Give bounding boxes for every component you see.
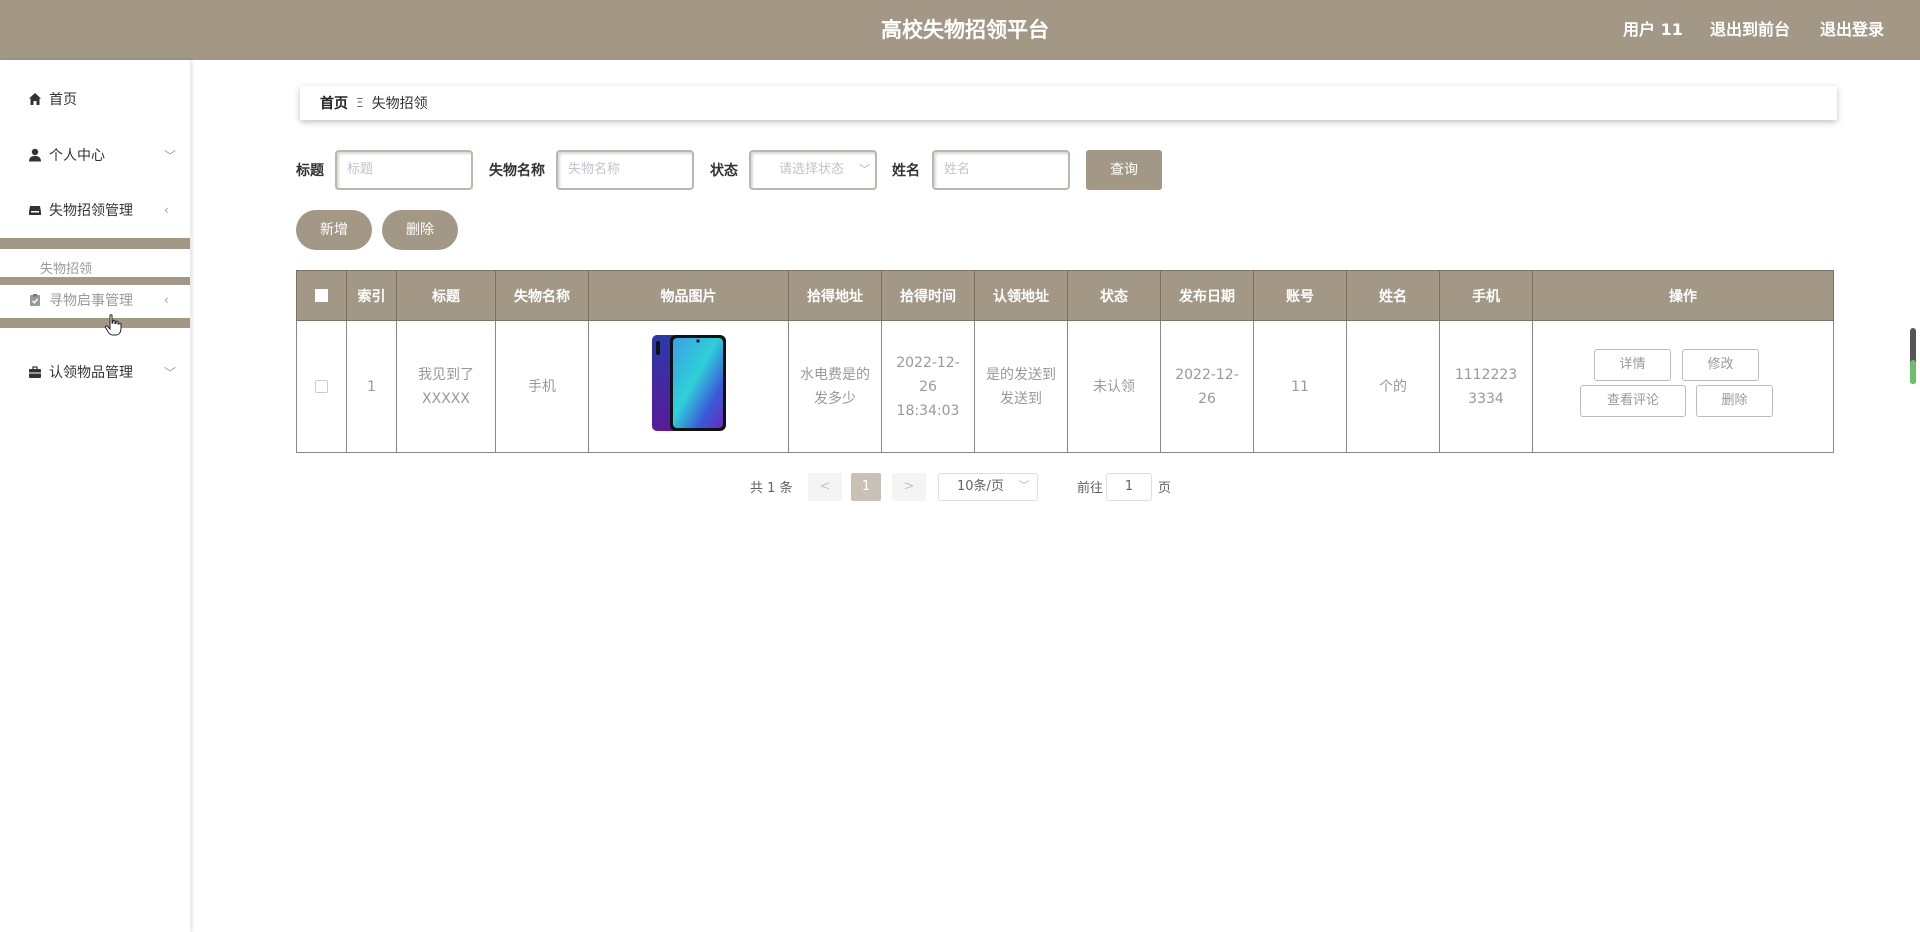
detail-button[interactable]: 详情 xyxy=(1594,349,1671,381)
row-checkbox[interactable] xyxy=(315,380,328,393)
batch-delete-button[interactable]: 删除 xyxy=(382,210,458,250)
column-header: 状态 xyxy=(1067,270,1161,321)
column-header: 发布日期 xyxy=(1160,270,1254,321)
query-button[interactable]: 查询 xyxy=(1086,150,1162,190)
inbox-icon xyxy=(27,202,43,218)
name-search-input[interactable]: 姓名 xyxy=(932,150,1070,190)
chevron-left-icon: ‹ xyxy=(164,203,169,217)
hand-cursor-icon xyxy=(104,314,122,340)
column-header: 失物名称 xyxy=(495,270,589,321)
column-header: 拾得地址 xyxy=(788,270,882,321)
table-row: 1 我见到了XXXXX 手机 水电费是的发多少 2022-12-26 18:34… xyxy=(296,320,1834,453)
title-search-label: 标题 xyxy=(296,163,324,179)
phone-image xyxy=(651,334,726,431)
column-header: 物品图片 xyxy=(588,270,789,321)
clipboard-icon xyxy=(27,292,43,308)
page-size-select[interactable]: 10条/页 ﹀ xyxy=(938,473,1038,501)
chevron-down-icon: ﹀ xyxy=(859,163,870,176)
cell-status: 未认领 xyxy=(1067,320,1161,453)
edit-button[interactable]: 修改 xyxy=(1682,349,1759,381)
goto-page-input[interactable]: 1 xyxy=(1106,473,1152,501)
status-search-label: 状态 xyxy=(710,163,738,179)
cell-phone: 11122233334 xyxy=(1439,320,1533,453)
cell-name: 个的 xyxy=(1346,320,1440,453)
breadcrumb-separator: Ξ xyxy=(356,96,364,110)
sidebar-item-personal-center[interactable]: 个人中心 ﹀ xyxy=(0,135,190,175)
prev-page-button[interactable]: < xyxy=(808,473,842,501)
sidebar: 首页 个人中心 ﹀ 失物招领管理 ‹ 失物招领 寻物启事管理 ‹ 认领物品管理 xyxy=(0,60,190,932)
chevron-left-icon: ‹ xyxy=(164,293,169,307)
submenu-band-bottom xyxy=(0,318,190,328)
column-header: 索引 xyxy=(346,270,397,321)
breadcrumb-current: 失物招领 xyxy=(371,96,428,112)
sidebar-item-lost-notice-management[interactable]: 寻物启事管理 ‹ xyxy=(0,285,190,315)
column-header: 账号 xyxy=(1253,270,1347,321)
row-delete-button[interactable]: 删除 xyxy=(1696,385,1773,417)
breadcrumb: 首页 Ξ 失物招领 xyxy=(300,86,1837,120)
home-icon xyxy=(27,91,43,107)
pagination-total: 共 1 条 xyxy=(750,481,793,496)
page-size-value: 10条/页 xyxy=(957,479,1004,494)
cell-item-image xyxy=(588,320,789,453)
title-search-input[interactable]: 标题 xyxy=(335,150,473,190)
status-select[interactable]: 请选择状态 ﹀ xyxy=(749,150,877,190)
column-header: 手机 xyxy=(1439,270,1533,321)
submenu-band-top xyxy=(0,238,190,249)
column-header: 认领地址 xyxy=(974,270,1068,321)
select-all-checkbox[interactable] xyxy=(315,289,328,302)
briefcase-icon xyxy=(27,364,43,380)
sidebar-item-label: 个人中心 xyxy=(49,148,105,164)
page-unit-label: 页 xyxy=(1158,481,1172,496)
sidebar-item-label: 失物招领 xyxy=(40,262,93,277)
top-header: 高校失物招领平台 用户 11 退出到前台 退出登录 xyxy=(0,0,1920,60)
logout-link[interactable]: 退出登录 xyxy=(1820,0,1884,60)
exit-to-front-link[interactable]: 退出到前台 xyxy=(1710,0,1790,60)
sidebar-item-claim-management[interactable]: 认领物品管理 ﹀ xyxy=(0,352,190,392)
column-header: 拾得时间 xyxy=(881,270,975,321)
sidebar-item-label: 寻物启事管理 xyxy=(49,293,133,309)
chevron-down-icon: ﹀ xyxy=(1019,481,1029,492)
sidebar-item-home[interactable]: 首页 xyxy=(0,79,190,119)
vertical-scrollbar-thumb[interactable] xyxy=(1910,360,1916,384)
sidebar-item-label: 认领物品管理 xyxy=(49,365,133,381)
row-checkbox-cell[interactable] xyxy=(296,320,347,453)
chevron-down-icon: ﹀ xyxy=(164,365,177,380)
cell-index: 1 xyxy=(346,320,397,453)
cell-account: 11 xyxy=(1253,320,1347,453)
item-name-search-input[interactable]: 失物名称 xyxy=(556,150,694,190)
cell-claim-address: 是的发送到发送到 xyxy=(974,320,1068,453)
sidebar-item-label: 首页 xyxy=(49,92,77,108)
table-header-row: 索引 标题 失物名称 物品图片 拾得地址 拾得时间 认领地址 状态 发布日期 账… xyxy=(296,270,1834,321)
cell-found-address: 水电费是的发多少 xyxy=(788,320,882,453)
cell-item-name: 手机 xyxy=(495,320,589,453)
chevron-down-icon: ﹀ xyxy=(164,148,177,163)
sidebar-item-lost-found-management[interactable]: 失物招领管理 ‹ xyxy=(0,190,190,230)
user-icon xyxy=(27,147,43,163)
add-button[interactable]: 新增 xyxy=(296,210,372,250)
cell-publish-date: 2022-12-26 xyxy=(1160,320,1254,453)
select-all-checkbox-cell[interactable] xyxy=(296,270,347,321)
cell-title: 我见到了XXXXX xyxy=(396,320,496,453)
item-search-label: 失物名称 xyxy=(489,163,545,179)
column-header: 操作 xyxy=(1532,270,1834,321)
view-comments-button[interactable]: 查看评论 xyxy=(1580,385,1686,417)
breadcrumb-home[interactable]: 首页 xyxy=(320,93,348,113)
status-select-placeholder: 请选择状态 xyxy=(779,162,845,177)
goto-label: 前往 xyxy=(1077,481,1104,496)
column-header: 标题 xyxy=(396,270,496,321)
next-page-button[interactable]: > xyxy=(892,473,926,501)
cell-found-time: 2022-12-26 18:34:03 xyxy=(881,320,975,453)
sidebar-item-label: 失物招领管理 xyxy=(49,203,133,219)
page-1-button[interactable]: 1 xyxy=(851,473,881,501)
current-user[interactable]: 用户 11 xyxy=(1623,0,1683,60)
column-header: 姓名 xyxy=(1346,270,1440,321)
name-search-label: 姓名 xyxy=(892,163,920,179)
cell-operations: 详情 修改 查看评论 删除 xyxy=(1532,320,1834,453)
lost-found-table: 索引 标题 失物名称 物品图片 拾得地址 拾得时间 认领地址 状态 发布日期 账… xyxy=(296,270,1834,453)
